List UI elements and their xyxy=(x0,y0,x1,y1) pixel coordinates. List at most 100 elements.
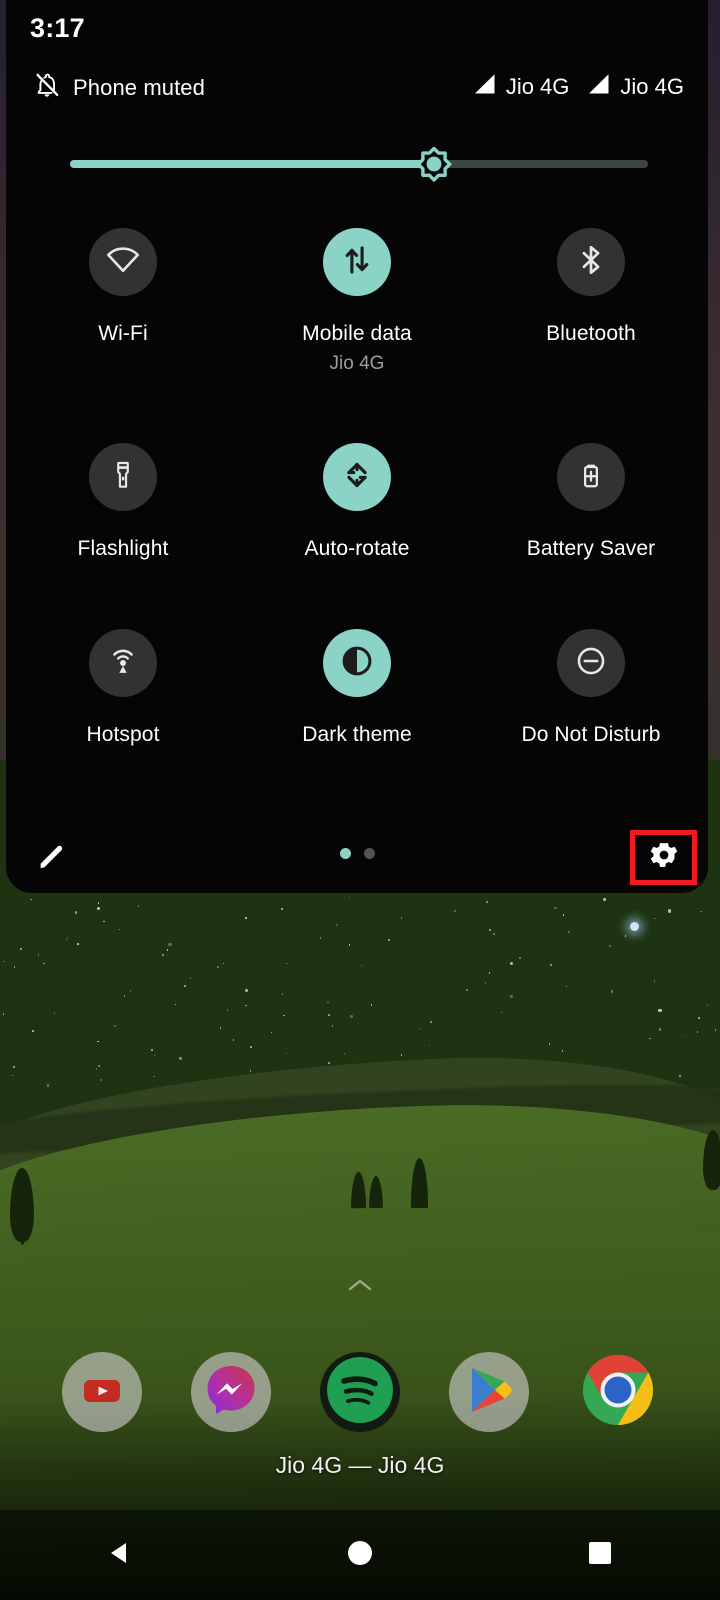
tile-bluetooth[interactable]: Bluetooth xyxy=(474,228,708,375)
star xyxy=(53,1012,56,1014)
page-dot-2[interactable] xyxy=(363,848,375,859)
hotspot-icon xyxy=(106,644,140,683)
star xyxy=(11,1074,14,1077)
star xyxy=(568,931,570,933)
star xyxy=(46,1084,50,1087)
star xyxy=(270,1031,273,1034)
star xyxy=(97,1064,101,1068)
tile-label: Battery Saver xyxy=(526,537,656,560)
star xyxy=(97,1040,99,1043)
circle-home-icon xyxy=(345,1538,375,1573)
bluetooth-icon xyxy=(574,243,608,282)
youtube-icon xyxy=(78,1366,126,1419)
brightness-thumb[interactable] xyxy=(408,138,460,190)
star xyxy=(697,1017,700,1019)
play-store-icon xyxy=(466,1365,512,1420)
phone-muted-label: Phone muted xyxy=(73,75,205,100)
tile-mobile-data[interactable]: Mobile data Jio 4G xyxy=(240,228,474,375)
star xyxy=(137,904,140,907)
bright-star xyxy=(630,922,639,931)
page-dot-1[interactable] xyxy=(339,848,351,859)
gear-icon xyxy=(647,838,681,877)
triangle-back-icon xyxy=(105,1538,135,1573)
tile-icon-container xyxy=(323,443,391,511)
star xyxy=(153,1075,156,1078)
sim1-carrier-label: Jio 4G xyxy=(505,73,570,99)
dock-app-play-store[interactable] xyxy=(449,1352,529,1432)
star xyxy=(654,917,656,920)
signal-indicators: Jio 4G Jio 4G xyxy=(473,72,684,101)
star xyxy=(609,945,611,947)
star xyxy=(649,1037,651,1040)
nav-recents-button[interactable] xyxy=(540,1520,660,1590)
star xyxy=(328,1062,331,1064)
cypress-tree xyxy=(703,1130,720,1190)
app-drawer-handle[interactable] xyxy=(0,1276,720,1294)
star xyxy=(184,985,186,987)
tile-auto-rotate[interactable]: Auto-rotate xyxy=(240,443,474,561)
star xyxy=(336,924,338,926)
star xyxy=(168,942,172,946)
star xyxy=(610,990,614,993)
brightness-slider[interactable] xyxy=(70,146,648,182)
phone-muted-status: Phone muted xyxy=(34,72,205,104)
tile-flashlight[interactable]: Flashlight xyxy=(6,443,240,561)
star xyxy=(488,972,491,974)
star xyxy=(245,917,247,919)
tile-hotspot[interactable]: Hotspot xyxy=(6,629,240,747)
star xyxy=(249,1070,252,1072)
tile-icon-container xyxy=(557,228,625,296)
star xyxy=(219,1027,222,1029)
star xyxy=(216,965,219,969)
star xyxy=(245,1004,247,1007)
nav-back-button[interactable] xyxy=(60,1520,180,1590)
star xyxy=(554,906,557,909)
star xyxy=(151,1049,153,1051)
do-not-disturb-icon xyxy=(574,644,608,683)
tile-wifi[interactable]: Wi-Fi xyxy=(6,228,240,375)
tile-icon-container xyxy=(557,443,625,511)
signal-bars-icon xyxy=(587,72,611,101)
star xyxy=(77,943,79,945)
dark-theme-icon xyxy=(339,643,375,684)
star xyxy=(65,938,68,941)
star xyxy=(153,1054,156,1057)
star xyxy=(37,954,40,956)
quick-settings-tiles: Wi-Fi Mobile data Jio 4G Bluetooth Flash… xyxy=(6,228,708,747)
star xyxy=(222,962,225,965)
battery-saver-icon xyxy=(575,459,607,496)
tile-row-spacer xyxy=(6,561,708,629)
star xyxy=(74,911,78,914)
star xyxy=(118,928,121,931)
star xyxy=(348,944,351,946)
tile-icon-container xyxy=(323,629,391,697)
tile-dark-theme[interactable]: Dark theme xyxy=(240,629,474,747)
square-recents-icon xyxy=(586,1539,614,1572)
nav-home-button[interactable] xyxy=(300,1520,420,1590)
quick-settings-footer xyxy=(6,824,708,890)
star xyxy=(285,962,288,965)
tile-battery-saver[interactable]: Battery Saver xyxy=(474,443,708,561)
star xyxy=(189,977,192,979)
settings-gear-button[interactable] xyxy=(630,830,697,885)
dock-app-youtube[interactable] xyxy=(62,1352,142,1432)
star xyxy=(319,937,322,939)
star xyxy=(96,906,101,911)
tile-do-not-disturb[interactable]: Do Not Disturb xyxy=(474,629,708,747)
star xyxy=(486,901,488,904)
star xyxy=(484,982,487,984)
tile-label: Dark theme xyxy=(302,723,412,746)
star xyxy=(565,985,568,988)
dock-app-spotify[interactable] xyxy=(320,1352,400,1432)
tile-label: Do Not Disturb xyxy=(521,723,661,746)
tile-icon-container xyxy=(89,228,157,296)
dock-app-chrome[interactable] xyxy=(578,1352,658,1432)
star xyxy=(466,989,468,991)
auto-rotate-icon xyxy=(339,457,375,498)
dock-app-messenger[interactable] xyxy=(191,1352,271,1432)
star xyxy=(166,949,169,952)
star xyxy=(684,1035,687,1038)
star xyxy=(562,914,565,916)
star xyxy=(658,1028,662,1031)
android-quick-settings-screen: 3:17 Phone muted Jio 4G Jio 4G Wi-Fi Mob… xyxy=(0,0,720,1600)
